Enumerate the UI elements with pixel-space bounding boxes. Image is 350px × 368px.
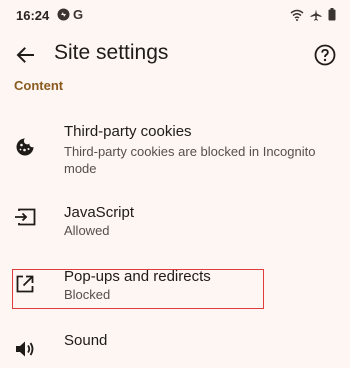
setting-third-party-cookies[interactable]: Third-party cookies Third-party cookies …	[0, 118, 350, 178]
airplane-icon	[310, 9, 322, 21]
section-header: Content	[14, 78, 64, 93]
wifi-icon	[290, 9, 304, 21]
status-icons-right	[290, 8, 336, 21]
setting-subtitle: Allowed	[64, 223, 110, 238]
back-button[interactable]	[8, 38, 42, 72]
status-time: 16:24	[16, 8, 50, 23]
setting-title: JavaScript	[64, 204, 135, 221]
cookie-icon	[14, 136, 36, 158]
setting-title: Third-party cookies	[64, 123, 192, 140]
help-button[interactable]	[308, 38, 342, 72]
status-bar: 16:24 G	[0, 0, 350, 30]
status-icons-left: G	[57, 7, 83, 22]
setting-title: Sound	[64, 332, 108, 349]
arrow-back-icon	[16, 46, 34, 64]
battery-icon	[328, 8, 336, 21]
notification-icon	[57, 8, 70, 21]
sound-icon	[14, 338, 36, 360]
setting-javascript[interactable]: JavaScript Allowed	[0, 200, 350, 244]
page-title: Site settings	[54, 41, 169, 64]
javascript-icon	[14, 206, 36, 228]
help-icon	[314, 44, 336, 66]
setting-subtitle: Third-party cookies are blocked in Incog…	[64, 144, 316, 176]
highlight-box	[12, 269, 264, 309]
app-bar: Site settings	[0, 34, 350, 76]
google-g-icon: G	[73, 7, 84, 22]
setting-sound[interactable]: Sound	[0, 328, 350, 368]
